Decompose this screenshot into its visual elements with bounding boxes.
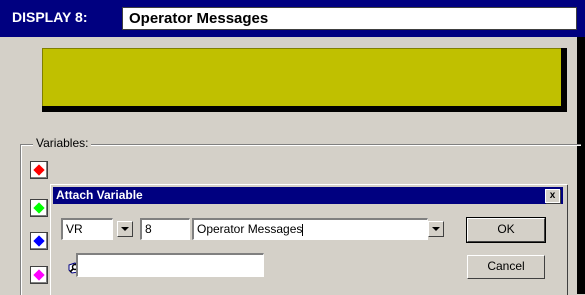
lcd-preview (42, 48, 567, 112)
variable-name-select[interactable]: Operator Messages (192, 218, 428, 240)
chevron-down-icon[interactable] (117, 221, 133, 237)
dialog-title: Attach Variable (56, 188, 143, 202)
variable-type-value: VR (66, 222, 83, 236)
variable-type-select[interactable]: VR (61, 218, 113, 240)
variable-swatch-magenta[interactable] (30, 266, 48, 284)
variable-name-value: Operator Messages (197, 222, 303, 236)
variable-swatch-blue[interactable] (30, 232, 48, 250)
variables-legend: Variables: (33, 136, 92, 150)
blue-diamond-icon (33, 235, 45, 247)
text-caret (302, 223, 304, 236)
search-field[interactable] (76, 253, 264, 277)
variable-swatch-green[interactable] (30, 199, 48, 217)
red-diamond-icon (33, 164, 45, 176)
magenta-diamond-icon (33, 269, 45, 281)
display-header: DISPLAY 8: Operator Messages (0, 0, 585, 37)
ok-button[interactable]: OK (466, 217, 546, 243)
attach-variable-dialog: Attach Variable x VR 8 Operator Messages… (50, 184, 567, 295)
green-diamond-icon (33, 202, 45, 214)
cancel-button[interactable]: Cancel (467, 255, 545, 279)
close-icon[interactable]: x (545, 189, 560, 203)
variable-index-field[interactable]: 8 (140, 218, 190, 240)
display-label: DISPLAY 8: (12, 9, 88, 25)
dialog-titlebar: Attach Variable x (53, 187, 563, 204)
variable-index-value: 8 (145, 222, 152, 236)
variable-swatch-red[interactable] (30, 161, 48, 179)
chevron-down-icon[interactable] (428, 221, 444, 237)
display-name-field[interactable]: Operator Messages (122, 7, 577, 30)
